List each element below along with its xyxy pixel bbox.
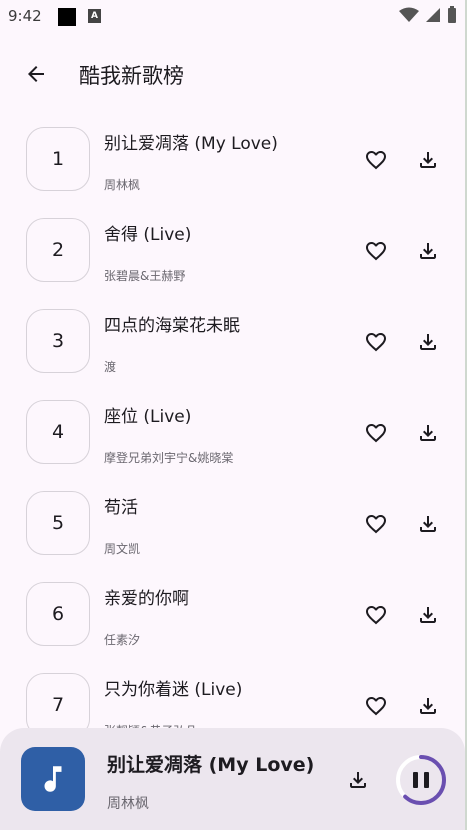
favorite-button[interactable] (362, 237, 390, 265)
rank-number: 5 (26, 491, 90, 555)
song-artist: 周林枫 (104, 178, 141, 192)
song-row[interactable]: 2 舍得 (Live) 张碧晨&王赫野 (0, 205, 465, 295)
heart-outline-icon (366, 151, 386, 170)
song-row[interactable]: 6 亲爱的你啊 任素汐 (0, 569, 465, 659)
download-icon (420, 334, 436, 350)
wifi-icon (399, 7, 419, 22)
download-icon (420, 698, 436, 714)
album-art[interactable] (21, 747, 85, 811)
download-icon (420, 516, 436, 532)
favorite-button[interactable] (362, 419, 390, 447)
song-row[interactable]: 5 苟活 周文凯 (0, 478, 465, 568)
now-playing-artist: 周林枫 (107, 796, 149, 812)
notification-icon (58, 8, 76, 26)
rank-number: 4 (26, 400, 90, 464)
play-pause-button[interactable] (394, 753, 448, 807)
battery-icon (448, 6, 456, 23)
download-button[interactable] (414, 237, 442, 265)
song-artist: 渡 (104, 360, 117, 374)
song-title: 苟活 (104, 498, 138, 518)
song-artist: 周文凯 (104, 542, 141, 556)
rank-number: 1 (26, 127, 90, 191)
heart-outline-icon (366, 333, 386, 352)
heart-outline-icon (366, 242, 386, 261)
song-artist: 任素汐 (104, 633, 141, 647)
download-icon (350, 772, 366, 788)
rank-number: 2 (26, 218, 90, 282)
download-button[interactable] (414, 419, 442, 447)
download-icon (420, 607, 436, 623)
a-badge-icon: A (88, 9, 101, 23)
favorite-button[interactable] (362, 328, 390, 356)
heart-outline-icon (366, 697, 386, 716)
song-title: 别让爱凋落 (My Love) (104, 134, 278, 154)
page-title: 酷我新歌榜 (79, 64, 184, 88)
signal-icon (426, 8, 440, 22)
favorite-button[interactable] (362, 146, 390, 174)
status-bar: 9:42 A (0, 0, 467, 32)
song-title: 舍得 (Live) (104, 225, 192, 245)
song-row[interactable]: 1 别让爱凋落 (My Love) 周林枫 (0, 114, 465, 204)
now-playing-bar[interactable]: 别让爱凋落 (My Love) 周林枫 (0, 728, 465, 830)
system-icons (399, 6, 457, 24)
app-bar: 酷我新歌榜 (0, 44, 467, 102)
download-button[interactable] (414, 328, 442, 356)
download-icon (420, 152, 436, 168)
download-button[interactable] (414, 510, 442, 538)
rank-number: 6 (26, 582, 90, 646)
back-button[interactable] (20, 58, 52, 90)
song-row[interactable]: 4 座位 (Live) 摩登兄弟刘宇宁&姚晓棠 (0, 387, 465, 477)
song-title: 亲爱的你啊 (104, 589, 189, 609)
download-button[interactable] (414, 146, 442, 174)
now-playing-download-button[interactable] (344, 766, 372, 794)
download-icon (420, 243, 436, 259)
heart-outline-icon (366, 515, 386, 534)
arrow-left-icon (28, 66, 44, 82)
song-row[interactable]: 3 四点的海棠花未眠 渡 (0, 296, 465, 386)
music-note-icon (44, 766, 62, 792)
song-artist: 摩登兄弟刘宇宁&姚晓棠 (104, 451, 234, 465)
song-title: 座位 (Live) (104, 407, 192, 427)
pause-icon (413, 772, 429, 788)
song-row[interactable]: 7 只为你着迷 (Live) 张靓颖&黄子弘凡 (0, 660, 465, 728)
download-button[interactable] (414, 692, 442, 720)
song-title: 四点的海棠花未眠 (104, 316, 240, 336)
song-artist: 张碧晨&王赫野 (104, 269, 186, 283)
now-playing-title: 别让爱凋落 (My Love) (107, 754, 315, 776)
heart-outline-icon (366, 424, 386, 443)
download-button[interactable] (414, 601, 442, 629)
song-list[interactable]: 1 别让爱凋落 (My Love) 周林枫 2 舍得 (Live) 张碧晨&王赫… (0, 114, 465, 728)
status-time: 9:42 (8, 7, 42, 25)
heart-outline-icon (366, 606, 386, 625)
favorite-button[interactable] (362, 601, 390, 629)
favorite-button[interactable] (362, 692, 390, 720)
rank-number: 7 (26, 673, 90, 728)
download-icon (420, 425, 436, 441)
song-title: 只为你着迷 (Live) (104, 680, 243, 700)
rank-number: 3 (26, 309, 90, 373)
favorite-button[interactable] (362, 510, 390, 538)
